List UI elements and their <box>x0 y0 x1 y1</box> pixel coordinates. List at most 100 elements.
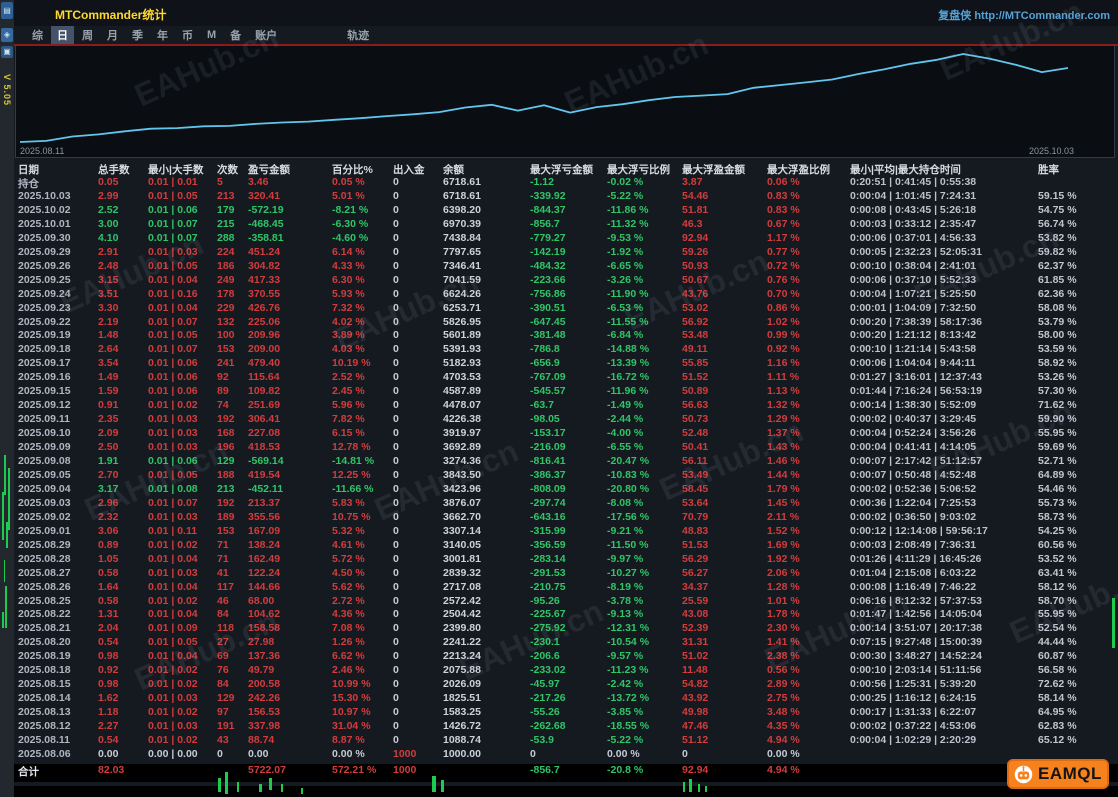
cell: -856.7 <box>530 217 560 230</box>
cell: 0 <box>393 385 399 398</box>
cell: 1.29 % <box>767 413 800 426</box>
cell: 0.06 % <box>767 176 800 188</box>
cell: 0.00 % <box>607 747 640 760</box>
cell: 191 <box>217 720 235 733</box>
robot-icon <box>1014 765 1033 783</box>
cell: 251.69 <box>248 399 281 412</box>
cell: 2025.09.01 <box>18 524 71 537</box>
cell: -358.81 <box>248 231 284 244</box>
cell: 117 <box>217 580 234 593</box>
cell: 370.55 <box>248 287 281 300</box>
cell: 54.46 % <box>1038 482 1077 495</box>
cell: 0 <box>393 636 399 649</box>
cell: 0.01 | 0.07 <box>148 496 198 509</box>
cell: 49.79 <box>248 664 275 677</box>
cell: 2025.09.15 <box>18 385 71 398</box>
cell: 7.32 % <box>332 301 365 314</box>
cell: 4587.89 <box>443 385 481 398</box>
tab-账户[interactable]: 账户 <box>249 26 283 44</box>
tab-备[interactable]: 备 <box>224 26 247 44</box>
cell: 2.48 <box>98 259 119 272</box>
tab-年[interactable]: 年 <box>151 26 174 44</box>
cell: 2025.09.11 <box>18 413 70 426</box>
cell: 51.12 <box>682 734 709 746</box>
cell: 0 <box>393 399 399 412</box>
cell: 0:00:03 | 0:33:12 | 2:35:47 <box>850 217 977 230</box>
cell: 0 <box>393 287 399 300</box>
eamql-logo[interactable]: EAMQL <box>1007 759 1109 789</box>
candle-fragment <box>2 612 4 628</box>
cell: 0.01 | 0.06 <box>148 385 198 398</box>
cell: 2025.09.26 <box>18 259 71 272</box>
candle-fragment <box>432 776 436 792</box>
tab-季[interactable]: 季 <box>126 26 149 44</box>
chart-tool-icon[interactable]: ◈ <box>1 28 13 42</box>
cell: 0:00:14 | 1:38:30 | 5:52:09 <box>850 399 977 412</box>
cell: 0.01 | 0.03 <box>148 413 198 426</box>
cell: -223.66 <box>530 273 566 286</box>
cell: 1.62 <box>98 692 119 705</box>
cell: 5.62 % <box>332 580 365 593</box>
table-row: 2025.10.01 3.00 0.01 | 0.07 215 -468.45 -6.30… <box>14 218 1118 232</box>
chart-start-date: 2025.08.11 <box>20 146 65 156</box>
cell: 51.53 <box>682 538 709 551</box>
cell: -2.44 % <box>607 413 644 426</box>
cell: -14.88 % <box>607 343 650 356</box>
candle-fragment <box>281 784 283 792</box>
column-header: 最大浮亏比例 <box>607 164 670 176</box>
cell: -816.41 <box>530 455 566 467</box>
table-header-row: 日期 总手数 最小|大手数 次数 盈亏金额 百分比% 出入金 余额 最大浮亏金额 最大浮亏比例 最大… <box>14 162 1118 176</box>
cell: 2025.09.04 <box>18 482 71 495</box>
cell: 92 <box>217 371 229 384</box>
indicator-icon[interactable]: ▣ <box>1 46 13 58</box>
column-header: 最大浮盈比例 <box>767 164 830 176</box>
cell: 213.37 <box>248 496 281 509</box>
cell: -283.14 <box>530 552 566 565</box>
cell: 0 <box>393 343 399 356</box>
table-row: 2025.09.15 1.59 0.01 | 0.06 89 109.82 2.45 % 0… <box>14 385 1118 399</box>
cell: 0.99 % <box>767 329 800 342</box>
cell: 0:20:51 | 0:41:45 | 0:55:38 <box>850 176 977 188</box>
cell: 0.01 | 0.07 <box>148 343 198 356</box>
cell: 71 <box>217 552 229 565</box>
cell: -11.32 % <box>607 217 649 230</box>
cell: 50.89 <box>682 385 709 398</box>
cell: -1.49 % <box>607 399 644 412</box>
cell: 56.74 % <box>1038 217 1077 230</box>
cell: 3423.96 <box>443 482 481 495</box>
cell: 4.03 % <box>332 343 365 356</box>
cell: 156.53 <box>248 706 281 719</box>
table-row: 2025.08.12 2.27 0.01 | 0.03 191 337.98 31.04 … <box>14 720 1118 734</box>
cell: 4.94 % <box>767 734 800 746</box>
table-row: 2025.09.29 2.91 0.01 | 0.03 224 451.24 6.14 %… <box>14 246 1118 260</box>
site-link[interactable]: 复盘侠 http://MTCommander.com <box>938 7 1110 23</box>
cell: -13.72 % <box>607 692 650 705</box>
cell: -856.7 <box>530 764 560 776</box>
tab-周[interactable]: 周 <box>76 26 99 44</box>
table-row: 2025.08.21 2.04 0.01 | 0.09 118 158.58 7.08 %… <box>14 622 1118 636</box>
cell: -3.85 % <box>607 706 644 719</box>
cell: 0 <box>393 482 399 495</box>
cell: 1.41 % <box>767 636 800 649</box>
cell: 2025.09.30 <box>18 231 71 244</box>
cell: 0 <box>217 747 223 760</box>
window-menu-icon[interactable]: ▤ <box>1 2 13 19</box>
cell: 10.99 % <box>332 678 371 691</box>
cell: -643.16 <box>530 510 566 523</box>
cell: 337.98 <box>248 720 281 733</box>
cell: -10.83 % <box>607 468 650 481</box>
tab-M[interactable]: M <box>201 28 222 42</box>
cell: 0:00:20 | 1:21:12 | 8:13:42 <box>850 329 977 342</box>
tab-轨迹[interactable]: 轨迹 <box>341 26 375 44</box>
cell: 6970.39 <box>443 217 481 230</box>
tab-日[interactable]: 日 <box>51 26 74 44</box>
cell: 0 <box>393 259 399 272</box>
tab-币[interactable]: 币 <box>176 26 199 44</box>
cell: 1.79 % <box>767 482 800 495</box>
cell: 178 <box>217 287 235 300</box>
cell: -386.37 <box>530 468 566 481</box>
cell: 3307.14 <box>443 524 481 537</box>
cell: 0 <box>393 329 399 342</box>
tab-综[interactable]: 综 <box>26 26 49 44</box>
tab-月[interactable]: 月 <box>101 26 124 44</box>
